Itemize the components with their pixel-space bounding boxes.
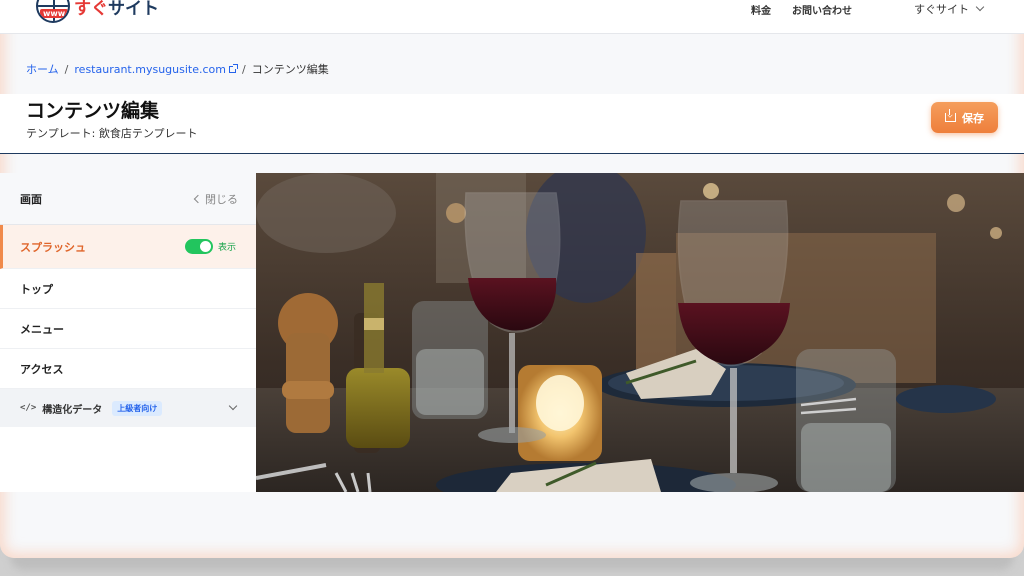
logo-www: www [40, 9, 68, 18]
structured-data-accordion[interactable]: </> 構造化データ 上級者向け [0, 389, 256, 427]
code-icon: </> [20, 403, 37, 413]
sidebar-header: 画面 閉じる [0, 173, 256, 225]
sidebar-item-label: トップ [20, 282, 53, 296]
sidebar-title: 画面 [20, 192, 42, 206]
external-link-icon [228, 63, 238, 73]
splash-preview-image [256, 173, 1024, 492]
chevron-down-icon [975, 2, 985, 12]
screen-sidebar: 画面 閉じる スプラッシュ 表示 トップ メニュー アクセス </> 構造化デー… [0, 173, 256, 492]
structured-data-label: 構造化データ [42, 404, 103, 416]
structured-data-header: </> 構造化データ 上級者向け [20, 400, 163, 416]
sidebar-item-label: メニュー [20, 322, 64, 336]
breadcrumb: ホーム / restaurant.mysugusite.com / コンテンツ編… [26, 61, 329, 77]
sidebar-item-access[interactable]: アクセス [0, 349, 256, 389]
chevron-down-icon [228, 401, 238, 411]
sidebar-close-button[interactable]: 閉じる [193, 191, 238, 207]
save-button[interactable]: 保存 [931, 102, 998, 133]
top-header: www すぐサイト 料金 お問い合わせ すぐサイト [0, 0, 1024, 34]
logo-text-red: すぐ [74, 0, 108, 19]
globe-icon: www [36, 0, 70, 23]
logo[interactable]: www すぐサイト [36, 0, 159, 23]
sidebar-close-label: 閉じる [205, 192, 238, 206]
nav-contact[interactable]: お問い合わせ [792, 2, 852, 17]
chevron-left-icon [193, 194, 203, 203]
title-bar: コンテンツ編集 テンプレート: 飲食店テンプレート 保存 [0, 94, 1024, 154]
sidebar-item-menu[interactable]: メニュー [0, 309, 256, 349]
page-subtitle: テンプレート: 飲食店テンプレート [26, 127, 198, 140]
sidebar-item-label: スプラッシュ [20, 240, 86, 254]
advanced-badge: 上級者向け [112, 400, 163, 416]
sidebar-item-label: アクセス [20, 362, 64, 376]
breadcrumb-separator: / [64, 62, 69, 76]
breadcrumb-home[interactable]: ホーム [26, 61, 59, 77]
breadcrumb-current: コンテンツ編集 [251, 63, 329, 76]
breadcrumb-site-label: restaurant.mysugusite.com [74, 62, 226, 76]
toggle-label: 表示 [217, 243, 236, 253]
visibility-toggle[interactable] [184, 239, 213, 254]
sidebar-item-splash[interactable]: スプラッシュ 表示 [0, 225, 256, 269]
logo-text: すぐサイト [74, 0, 159, 19]
visibility-toggle-group: 表示 [184, 239, 236, 254]
save-button-label: 保存 [962, 112, 984, 125]
user-menu-label: すぐサイト [914, 3, 969, 16]
restaurant-photo [256, 173, 1024, 492]
breadcrumb-separator: / [241, 62, 246, 76]
nav-pricing[interactable]: 料金 [751, 2, 771, 17]
app-window: www すぐサイト 料金 お問い合わせ すぐサイト ホーム / restaura… [0, 0, 1024, 558]
user-menu[interactable]: すぐサイト [914, 1, 985, 17]
breadcrumb-site-link[interactable]: restaurant.mysugusite.com [74, 62, 238, 76]
logo-text-blue: サイト [108, 0, 159, 19]
save-icon [945, 109, 956, 122]
sidebar-item-top[interactable]: トップ [0, 269, 256, 309]
page-title: コンテンツ編集 [26, 100, 160, 122]
